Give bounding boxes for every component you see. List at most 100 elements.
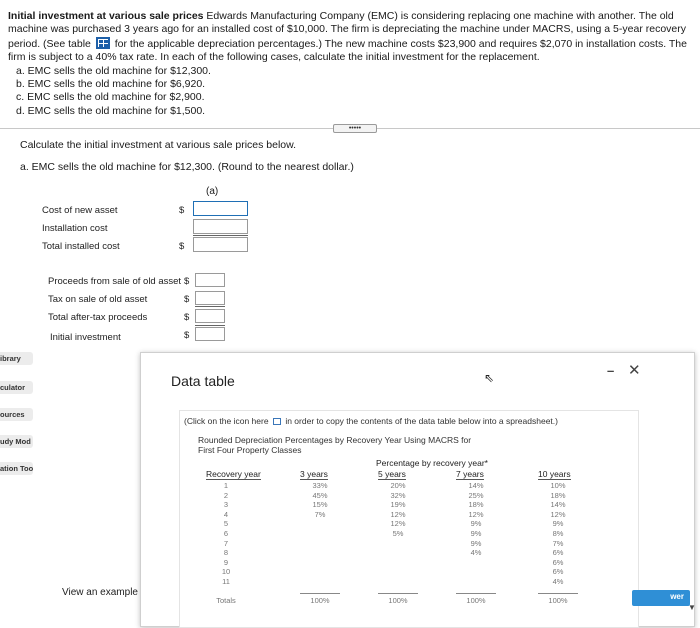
minimize-button[interactable]: –: [607, 363, 614, 378]
scroll-down-icon[interactable]: ▼: [688, 603, 696, 612]
pct-10yr-cell: 7%: [552, 538, 564, 548]
sidebar-tab-resources[interactable]: ources: [0, 408, 33, 421]
year-cell: 4: [223, 509, 229, 519]
case-item: a. EMC sells the old machine for $12,300…: [16, 64, 211, 77]
pct-5yr-cell: 12%: [390, 519, 406, 529]
total-cell: 100%: [466, 596, 486, 605]
totals-label: Totals: [216, 596, 236, 605]
pct-7yr-cell: 12%: [468, 509, 484, 519]
subquestion-text: a. EMC sells the old machine for $12,300…: [20, 161, 354, 173]
row-label-cost-new-asset: Cost of new asset: [42, 205, 118, 216]
sum-line: [193, 235, 248, 236]
case-list: a. EMC sells the old machine for $12,300…: [8, 65, 692, 119]
initial-investment-input[interactable]: [195, 327, 225, 341]
case-item: b. EMC sells the old machine for $6,920.: [16, 78, 206, 91]
case-item: d. EMC sells the old machine for $1,500.: [16, 104, 206, 117]
pct-10yr-cell: 9%: [552, 519, 564, 529]
copy-note: (Click on the icon here in order to copy…: [184, 416, 558, 426]
close-button[interactable]: ✕: [628, 361, 641, 379]
currency-symbol: $: [179, 241, 185, 252]
pct-5yr-cell: 19%: [390, 500, 406, 510]
class-3yr-header: 3 years: [300, 469, 328, 480]
tax-on-sale-input[interactable]: [195, 291, 225, 305]
problem-text-b: for the applicable depreciation percenta…: [8, 37, 687, 64]
year-cell: 1: [223, 481, 229, 490]
cursor-icon: ⇖: [484, 371, 495, 385]
table-icon[interactable]: [95, 36, 110, 49]
total-cell: 100%: [310, 596, 330, 605]
total-line: [456, 593, 496, 594]
pct-10yr-cell: 14%: [550, 500, 566, 510]
data-table-area: (Click on the icon here in order to copy…: [179, 410, 639, 628]
recovery-year-header: Recovery year: [206, 469, 261, 480]
total-cell: 100%: [388, 596, 408, 605]
pct-7yr-cell: 9%: [470, 519, 482, 529]
pct-10yr-cell: 10%: [550, 481, 566, 490]
total-after-tax-input[interactable]: [195, 309, 225, 323]
total-installed-cost-input[interactable]: [193, 237, 248, 252]
pct-10yr-cell: 12%: [550, 509, 566, 519]
pct-5yr-cell: 20%: [390, 481, 406, 490]
problem-title: Initial investment at various sale price…: [8, 10, 204, 22]
currency-symbol: $: [184, 294, 190, 305]
currency-symbol: $: [184, 312, 190, 323]
year-cell: 9: [223, 557, 229, 567]
percentage-header: Percentage by recovery year*: [376, 458, 488, 468]
total-line: [378, 593, 418, 594]
row-label-total-installed-cost: Total installed cost: [42, 241, 120, 252]
panel-title: Data table: [171, 373, 235, 389]
row-label-total-after-tax: Total after-tax proceeds: [48, 312, 148, 323]
pct-5yr-cell: 12%: [390, 509, 406, 519]
installation-cost-input[interactable]: [193, 219, 248, 234]
pct-10yr-cell: 8%: [552, 529, 564, 538]
year-cell: 8: [223, 548, 229, 558]
table-heading: Rounded Depreciation Percentages by Reco…: [198, 435, 472, 455]
pct-3yr-cell: 33%: [312, 481, 328, 490]
pct-7yr-cell: 9%: [470, 538, 482, 548]
pct-10yr-cell: 6%: [552, 557, 564, 567]
sidebar-tab-library[interactable]: ibrary: [0, 352, 33, 365]
class-10yr-header: 10 years: [538, 469, 571, 480]
pct-7yr-cell: 4%: [470, 548, 482, 558]
year-cell: 11: [222, 577, 230, 586]
pct-7yr-cell: 14%: [468, 481, 484, 490]
case-item: c. EMC sells the old machine for $2,900.: [16, 91, 205, 104]
pct-3yr-cell: 15%: [312, 500, 328, 510]
pct-7yr-cell: 9%: [470, 529, 482, 538]
year-cell: 2: [223, 490, 229, 500]
total-line: [538, 593, 578, 594]
problem-statement: Initial investment at various sale price…: [8, 10, 692, 118]
sum-line: [195, 306, 225, 307]
total-line: [300, 593, 340, 594]
instruction-text: Calculate the initial investment at vari…: [20, 139, 297, 151]
check-answer-button[interactable]: wer: [632, 590, 690, 606]
sidebar-tab-calculator[interactable]: culator: [0, 381, 33, 394]
pct-3yr-cell: 45%: [312, 490, 328, 500]
row-label-tax-on-sale: Tax on sale of old asset: [48, 294, 148, 305]
sum-line: [195, 325, 225, 326]
year-cell: 7: [223, 538, 229, 548]
total-cell: 100%: [548, 596, 568, 605]
view-example-link[interactable]: View an example: [62, 587, 138, 598]
year-cell: 6: [223, 529, 229, 538]
year-cell: 10: [221, 567, 231, 577]
year-cell: 5: [223, 519, 229, 529]
data-table-panel: Data table ⇖ – ✕ (Click on the icon here…: [140, 352, 695, 628]
expand-button[interactable]: •••••: [333, 124, 377, 133]
currency-symbol: $: [184, 276, 190, 287]
sidebar-tab-presentation-tool[interactable]: ation Too: [0, 462, 33, 475]
pct-3yr-cell: 7%: [314, 509, 326, 519]
class-5yr-header: 5 years: [378, 469, 406, 480]
copy-icon[interactable]: [272, 418, 281, 425]
pct-10yr-cell: 4%: [552, 577, 564, 586]
proceeds-sale-input[interactable]: [195, 273, 225, 287]
pct-10yr-cell: 6%: [552, 567, 564, 577]
pct-10yr-cell: 18%: [550, 490, 566, 500]
year-cell: 3: [223, 500, 229, 510]
sidebar-tab-study-mode[interactable]: udy Mod: [0, 435, 33, 448]
row-label-initial-investment: Initial investment: [50, 332, 121, 343]
pct-7yr-cell: 25%: [468, 490, 484, 500]
class-7yr-header: 7 years: [456, 469, 484, 480]
cost-new-asset-input[interactable]: [193, 201, 248, 216]
row-label-proceeds-sale: Proceeds from sale of old asset: [48, 276, 182, 287]
